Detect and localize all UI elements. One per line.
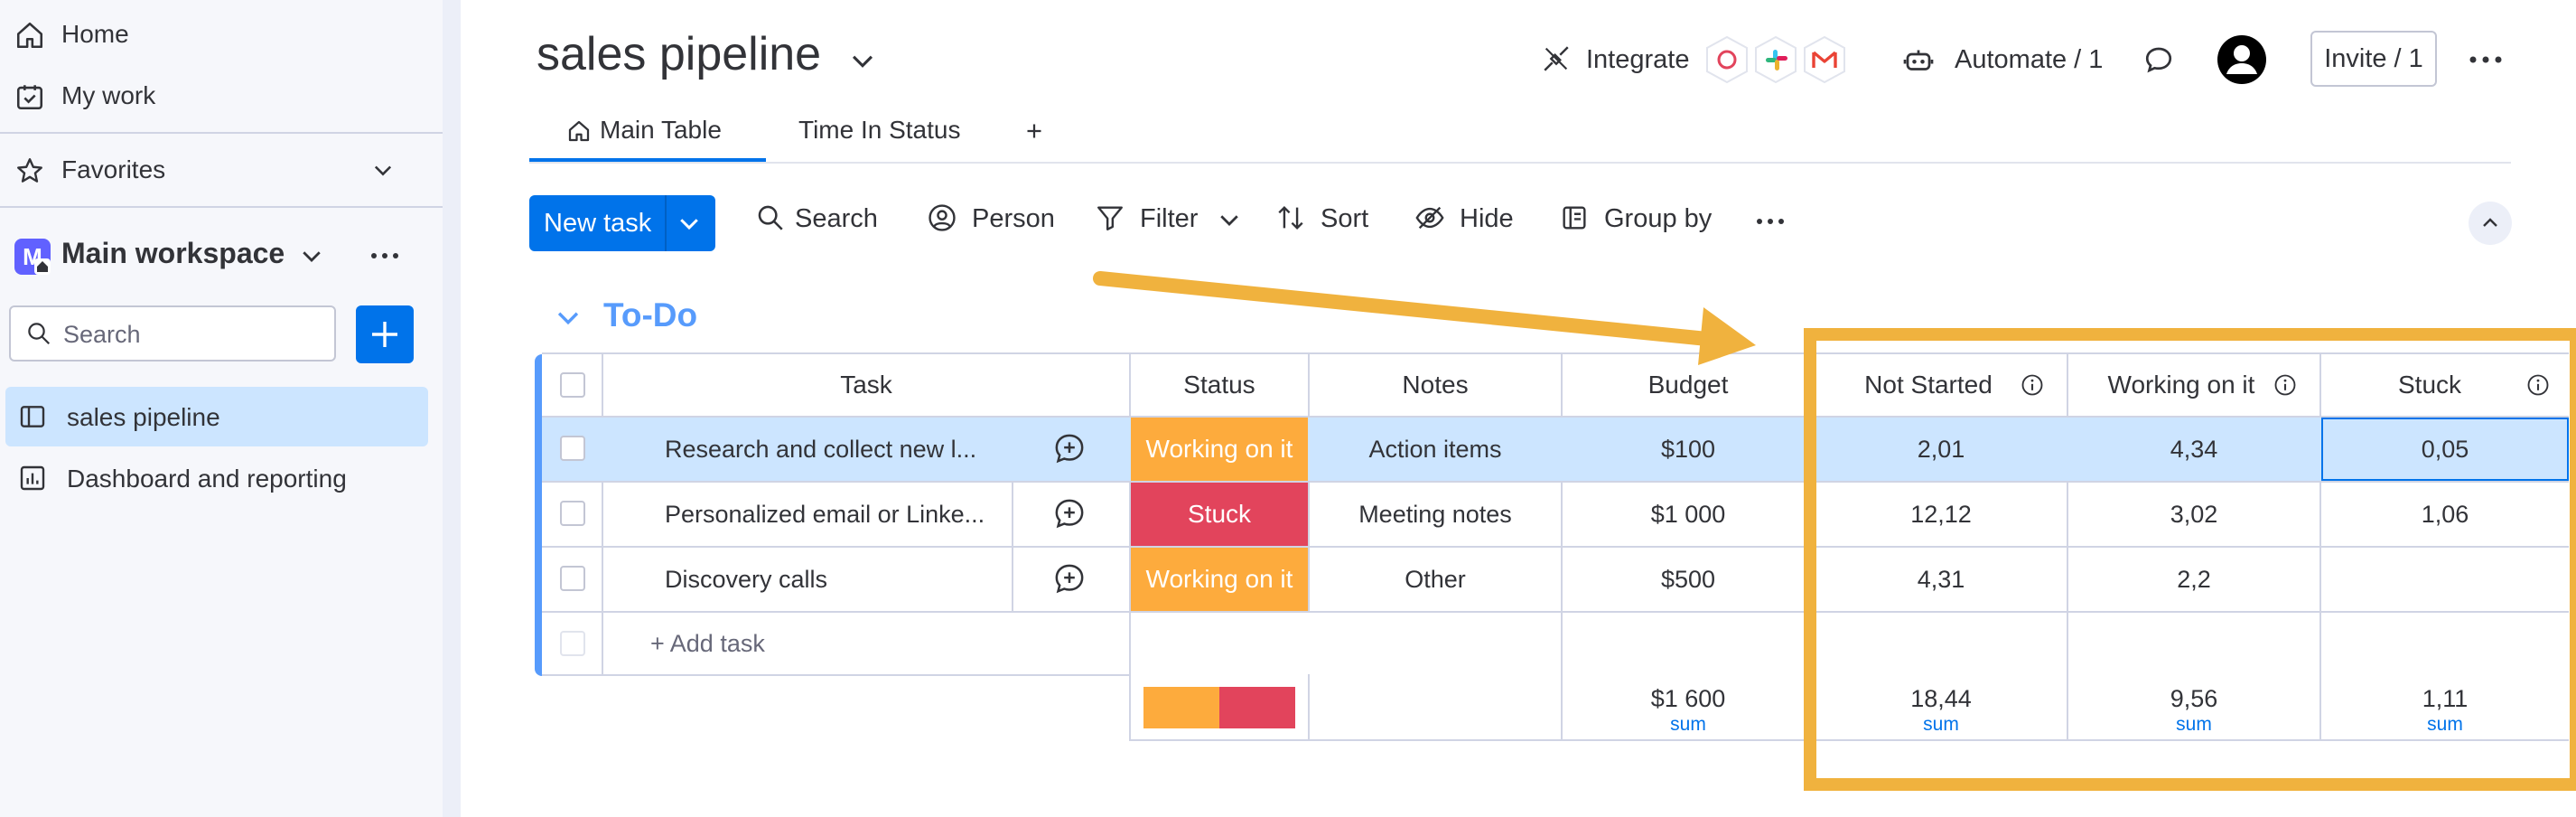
annotation-arrow-shaft [1093,271,1723,347]
annotation-overlay [1093,271,2576,791]
annotation-arrow-head [1698,307,1756,365]
annotation-highlight-box [1804,328,2576,791]
